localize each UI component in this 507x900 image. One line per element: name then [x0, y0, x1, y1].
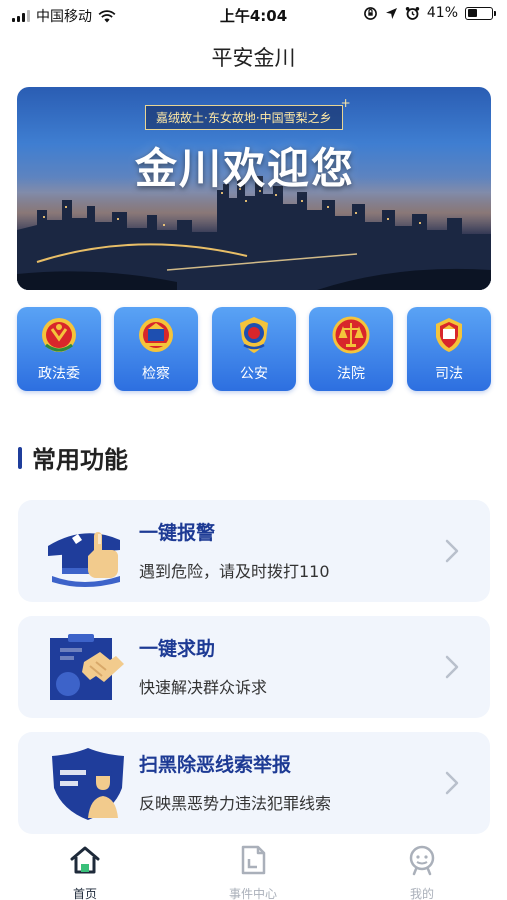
page-title: 平安金川	[211, 46, 296, 70]
shortcut-label: 公安	[240, 366, 268, 382]
police-alarm-icon	[48, 532, 120, 587]
shortcut-fayuan[interactable]: 法院	[309, 307, 393, 391]
banner-tagline: 嘉绒故土·东女故地·中国雪梨之乡 +	[145, 96, 351, 130]
handshake-help-icon	[50, 634, 124, 700]
banner-headline: 金川欢迎您	[135, 144, 356, 193]
shortcut-sifa[interactable]: 司法	[407, 307, 491, 391]
court-emblem-icon	[332, 316, 370, 354]
welcome-banner[interactable]: 嘉绒故土·东女故地·中国雪梨之乡 + 金川欢迎您	[17, 87, 491, 290]
banner-tagline-text: 嘉绒故土·东女故地·中国雪梨之乡	[156, 111, 332, 125]
location-icon	[385, 7, 397, 19]
tab-label: 事件中心	[228, 887, 277, 900]
card-description: 遇到危险，请及时拨打110	[139, 562, 330, 581]
bottom-tab-bar: 首页 事件中心 我的	[0, 835, 507, 900]
tab-home[interactable]: 首页	[35, 843, 135, 900]
status-bar: 中国移动 上午4:04 41%	[0, 0, 507, 30]
profile-icon	[409, 845, 435, 876]
procuratorate-emblem-icon	[139, 318, 173, 352]
chevron-right-icon	[445, 655, 459, 679]
shortcut-label: 司法	[435, 366, 463, 382]
battery-percent: 41%	[426, 5, 458, 21]
shortcut-label: 检察	[142, 366, 170, 382]
status-right: 41%	[363, 5, 496, 21]
section-title: 常用功能	[32, 446, 128, 474]
shortcut-zhengfawei[interactable]: 政法委	[17, 307, 101, 391]
card-title: 一键报警	[139, 522, 216, 544]
tab-event-center[interactable]: 事件中心	[203, 843, 303, 900]
tab-label: 首页	[72, 887, 97, 900]
card-emergency-alarm[interactable]: 一键报警 遇到危险，请及时拨打110	[18, 500, 490, 602]
alarm-icon	[405, 6, 420, 20]
tab-label: 我的	[409, 887, 434, 900]
department-shortcuts: 政法委 检察 公安 法院 司法	[17, 307, 491, 391]
shortcut-label: 政法委	[38, 366, 80, 382]
home-icon	[70, 846, 100, 874]
cpc-emblem-icon	[42, 318, 76, 352]
card-description: 反映黑恶势力违法犯罪线索	[139, 794, 332, 813]
card-report-crime[interactable]: 扫黑除恶线索举报 反映黑恶势力违法犯罪线索	[18, 732, 490, 834]
card-title: 一键求助	[139, 638, 216, 660]
sparkle-icon: +	[340, 96, 351, 110]
shield-report-icon	[52, 748, 124, 820]
tab-profile[interactable]: 我的	[372, 843, 472, 900]
shortcut-label: 法院	[337, 366, 365, 382]
section-header: 常用功能	[18, 440, 128, 475]
battery-icon	[465, 6, 496, 20]
shortcut-gongan[interactable]: 公安	[212, 307, 296, 391]
justice-emblem-icon	[436, 318, 462, 352]
shortcut-jiancha[interactable]: 检察	[114, 307, 198, 391]
orientation-lock-icon	[363, 6, 377, 20]
police-badge-icon	[240, 317, 268, 353]
chevron-right-icon	[445, 539, 459, 563]
card-title: 扫黑除恶线索举报	[139, 754, 292, 776]
section-accent-bar	[18, 446, 22, 469]
chevron-right-icon	[445, 771, 459, 795]
card-description: 快速解决群众诉求	[139, 678, 268, 697]
card-quick-help[interactable]: 一键求助 快速解决群众诉求	[18, 616, 490, 718]
document-icon	[241, 845, 266, 875]
